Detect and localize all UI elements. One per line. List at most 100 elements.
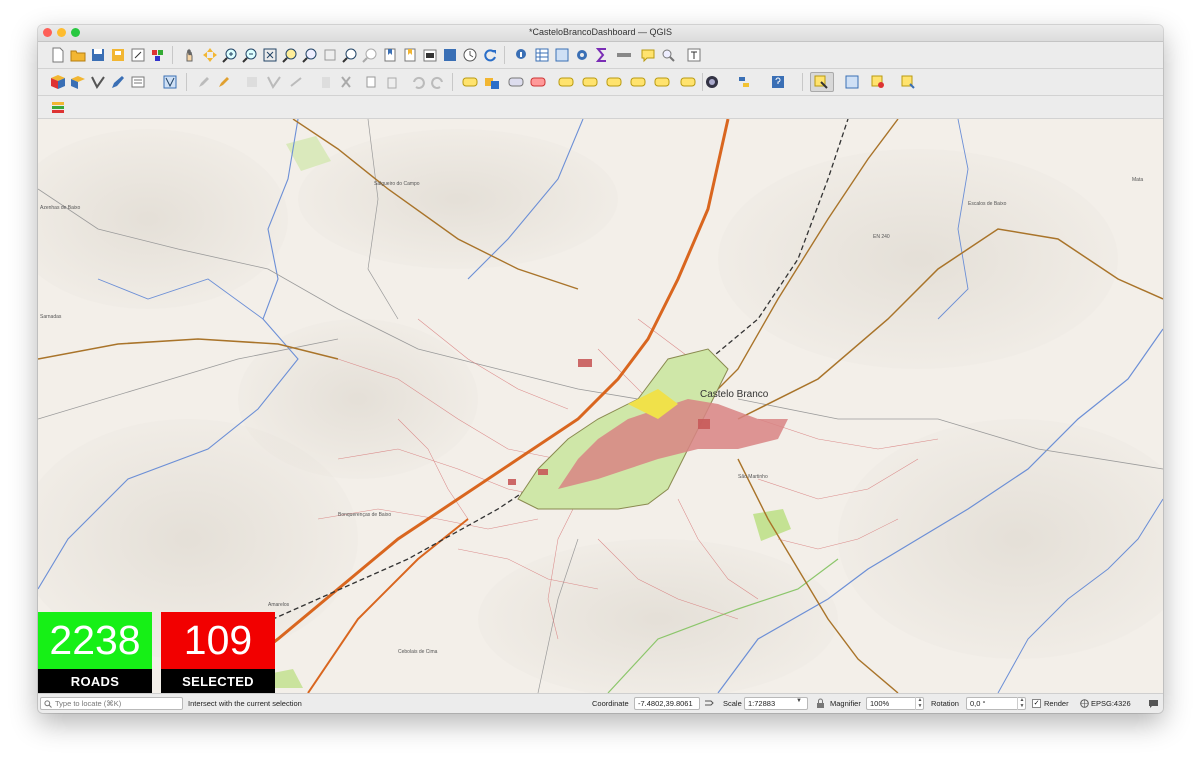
refresh-icon[interactable] [442,47,458,63]
coordinate-field[interactable]: -7.4802,39.8061 [634,697,700,710]
node-tool-icon[interactable] [288,74,304,90]
style-manager-icon[interactable] [150,47,166,63]
plugins-toolbar [38,96,1163,119]
layer-properties-icon[interactable] [130,74,146,90]
deselect-icon[interactable] [870,74,886,90]
coordinate-label: Coordinate [592,699,629,708]
render-checkbox[interactable]: ✓ [1032,699,1041,708]
select-location-icon[interactable] [900,74,916,90]
save-as-icon[interactable] [110,47,126,63]
label-rotate-icon[interactable] [582,74,598,90]
measure-icon[interactable] [616,47,632,63]
show-bookmarks-icon[interactable] [402,47,418,63]
window-title: *CasteloBrancoDashboard — QGIS [528,27,673,37]
scale-dropdown-icon[interactable]: ▼ [796,698,802,704]
save-edits-icon[interactable] [216,74,232,90]
label-castelo-branco: Castelo Branco [700,389,769,400]
label-cebolais: Cebolais de Cima [398,649,438,655]
add-feature-icon[interactable] [244,74,260,90]
delete-selected-icon[interactable] [318,74,334,90]
copy-icon[interactable] [364,74,380,90]
zoom-to-selection-icon[interactable] [282,47,298,63]
label-options-icon[interactable] [630,74,646,90]
print-layout-icon[interactable] [130,47,146,63]
new-bookmark-icon[interactable] [382,47,398,63]
redo-icon[interactable] [430,74,446,90]
zoom-full-icon[interactable] [262,47,278,63]
globe-icon [1080,699,1089,708]
map-canvas[interactable]: Castelo Branco Salgueiro do Campo Escalo… [38,119,1163,693]
title-bar: *CasteloBrancoDashboard — QGIS [38,25,1163,42]
zoom-next-icon[interactable] [362,47,378,63]
pan-hand-icon[interactable] [182,47,198,63]
locate-field[interactable]: Type to locate (⌘K) [40,697,183,710]
toggle-edit-icon[interactable] [196,74,212,90]
label-visibility-icon[interactable] [654,74,670,90]
magnifier-spinner[interactable]: ▲ ▼ [915,697,924,710]
crs-button[interactable]: EPSG:4326 [1091,699,1131,708]
coordinate-toggle-icon[interactable] [704,698,715,709]
vector-layer-icon[interactable] [162,74,178,90]
attribute-table-icon[interactable] [534,47,550,63]
open-project-icon[interactable] [70,47,86,63]
messages-icon[interactable] [1148,698,1159,709]
move-feature-icon[interactable] [266,74,282,90]
label-mata: Mata [1132,177,1144,183]
identify-icon[interactable] [514,47,530,63]
zoom-native-icon[interactable] [322,47,338,63]
select-features-button[interactable] [810,72,834,92]
label-pin-icon[interactable] [508,74,524,90]
roads-label: ROADS [38,669,152,693]
label-salgueiro: Salgueiro do Campo [374,181,420,187]
settings-gear-icon[interactable] [574,47,590,63]
label-toggle-icon[interactable] [680,74,696,90]
status-bar: Type to locate (⌘K) Intersect with the c… [38,693,1163,713]
label-amarelos: Amarelos [268,602,290,608]
label-tool-icon[interactable] [462,74,478,90]
edit-pencil-icon[interactable] [110,74,126,90]
digitizing-toolbar [38,69,1163,96]
qgis-window: *CasteloBrancoDashboard — QGIS Castelo B… [38,25,1163,713]
sum-icon[interactable] [594,47,610,63]
python-plugin-icon[interactable] [704,74,720,90]
lock-icon[interactable] [816,698,825,709]
zoom-last-icon[interactable] [342,47,358,63]
zoom-in-icon[interactable] [222,47,238,63]
select-by-value-icon[interactable] [844,74,860,90]
python-console-icon[interactable] [736,74,752,90]
save-project-icon[interactable] [90,47,106,63]
zoom-out-icon[interactable] [242,47,258,63]
layer-stack-icon[interactable] [50,99,66,115]
clock-icon[interactable] [462,47,478,63]
digitize-icon[interactable] [90,74,106,90]
text-annotation-icon[interactable] [686,47,702,63]
reload-icon[interactable] [482,47,498,63]
statistics-icon[interactable] [554,47,570,63]
pan-to-selection-icon[interactable] [202,47,218,63]
select-features-icon [814,75,828,89]
help-icon[interactable] [770,74,786,90]
temporal-controller-icon[interactable] [422,47,438,63]
label-move-icon[interactable] [558,74,574,90]
new-project-icon[interactable] [50,47,66,63]
main-toolbar [38,42,1163,69]
label-sarnadas: Sarnadas [40,314,62,320]
paste-icon[interactable] [384,74,400,90]
rotation-label: Rotation [931,699,959,708]
rotation-spinner[interactable]: ▲ ▼ [1017,697,1026,710]
zoom-to-layer-icon[interactable] [302,47,318,63]
search-icon [44,700,52,708]
label-sao-martinho: São Martinho [738,474,768,480]
label-show-icon[interactable] [530,74,546,90]
map-tips-icon[interactable] [640,47,656,63]
magnifier-label: Magnifier [830,699,861,708]
new-layer-icon[interactable] [70,74,86,90]
label-change-icon[interactable] [606,74,622,90]
undo-icon[interactable] [410,74,426,90]
search-icon[interactable] [660,47,676,63]
render-label: Render [1044,699,1069,708]
label-highlight-icon[interactable] [484,74,500,90]
cut-icon[interactable] [338,74,354,90]
label-azinhas: Azenhas de Baixo [40,205,81,211]
data-source-manager-icon[interactable] [50,74,66,90]
